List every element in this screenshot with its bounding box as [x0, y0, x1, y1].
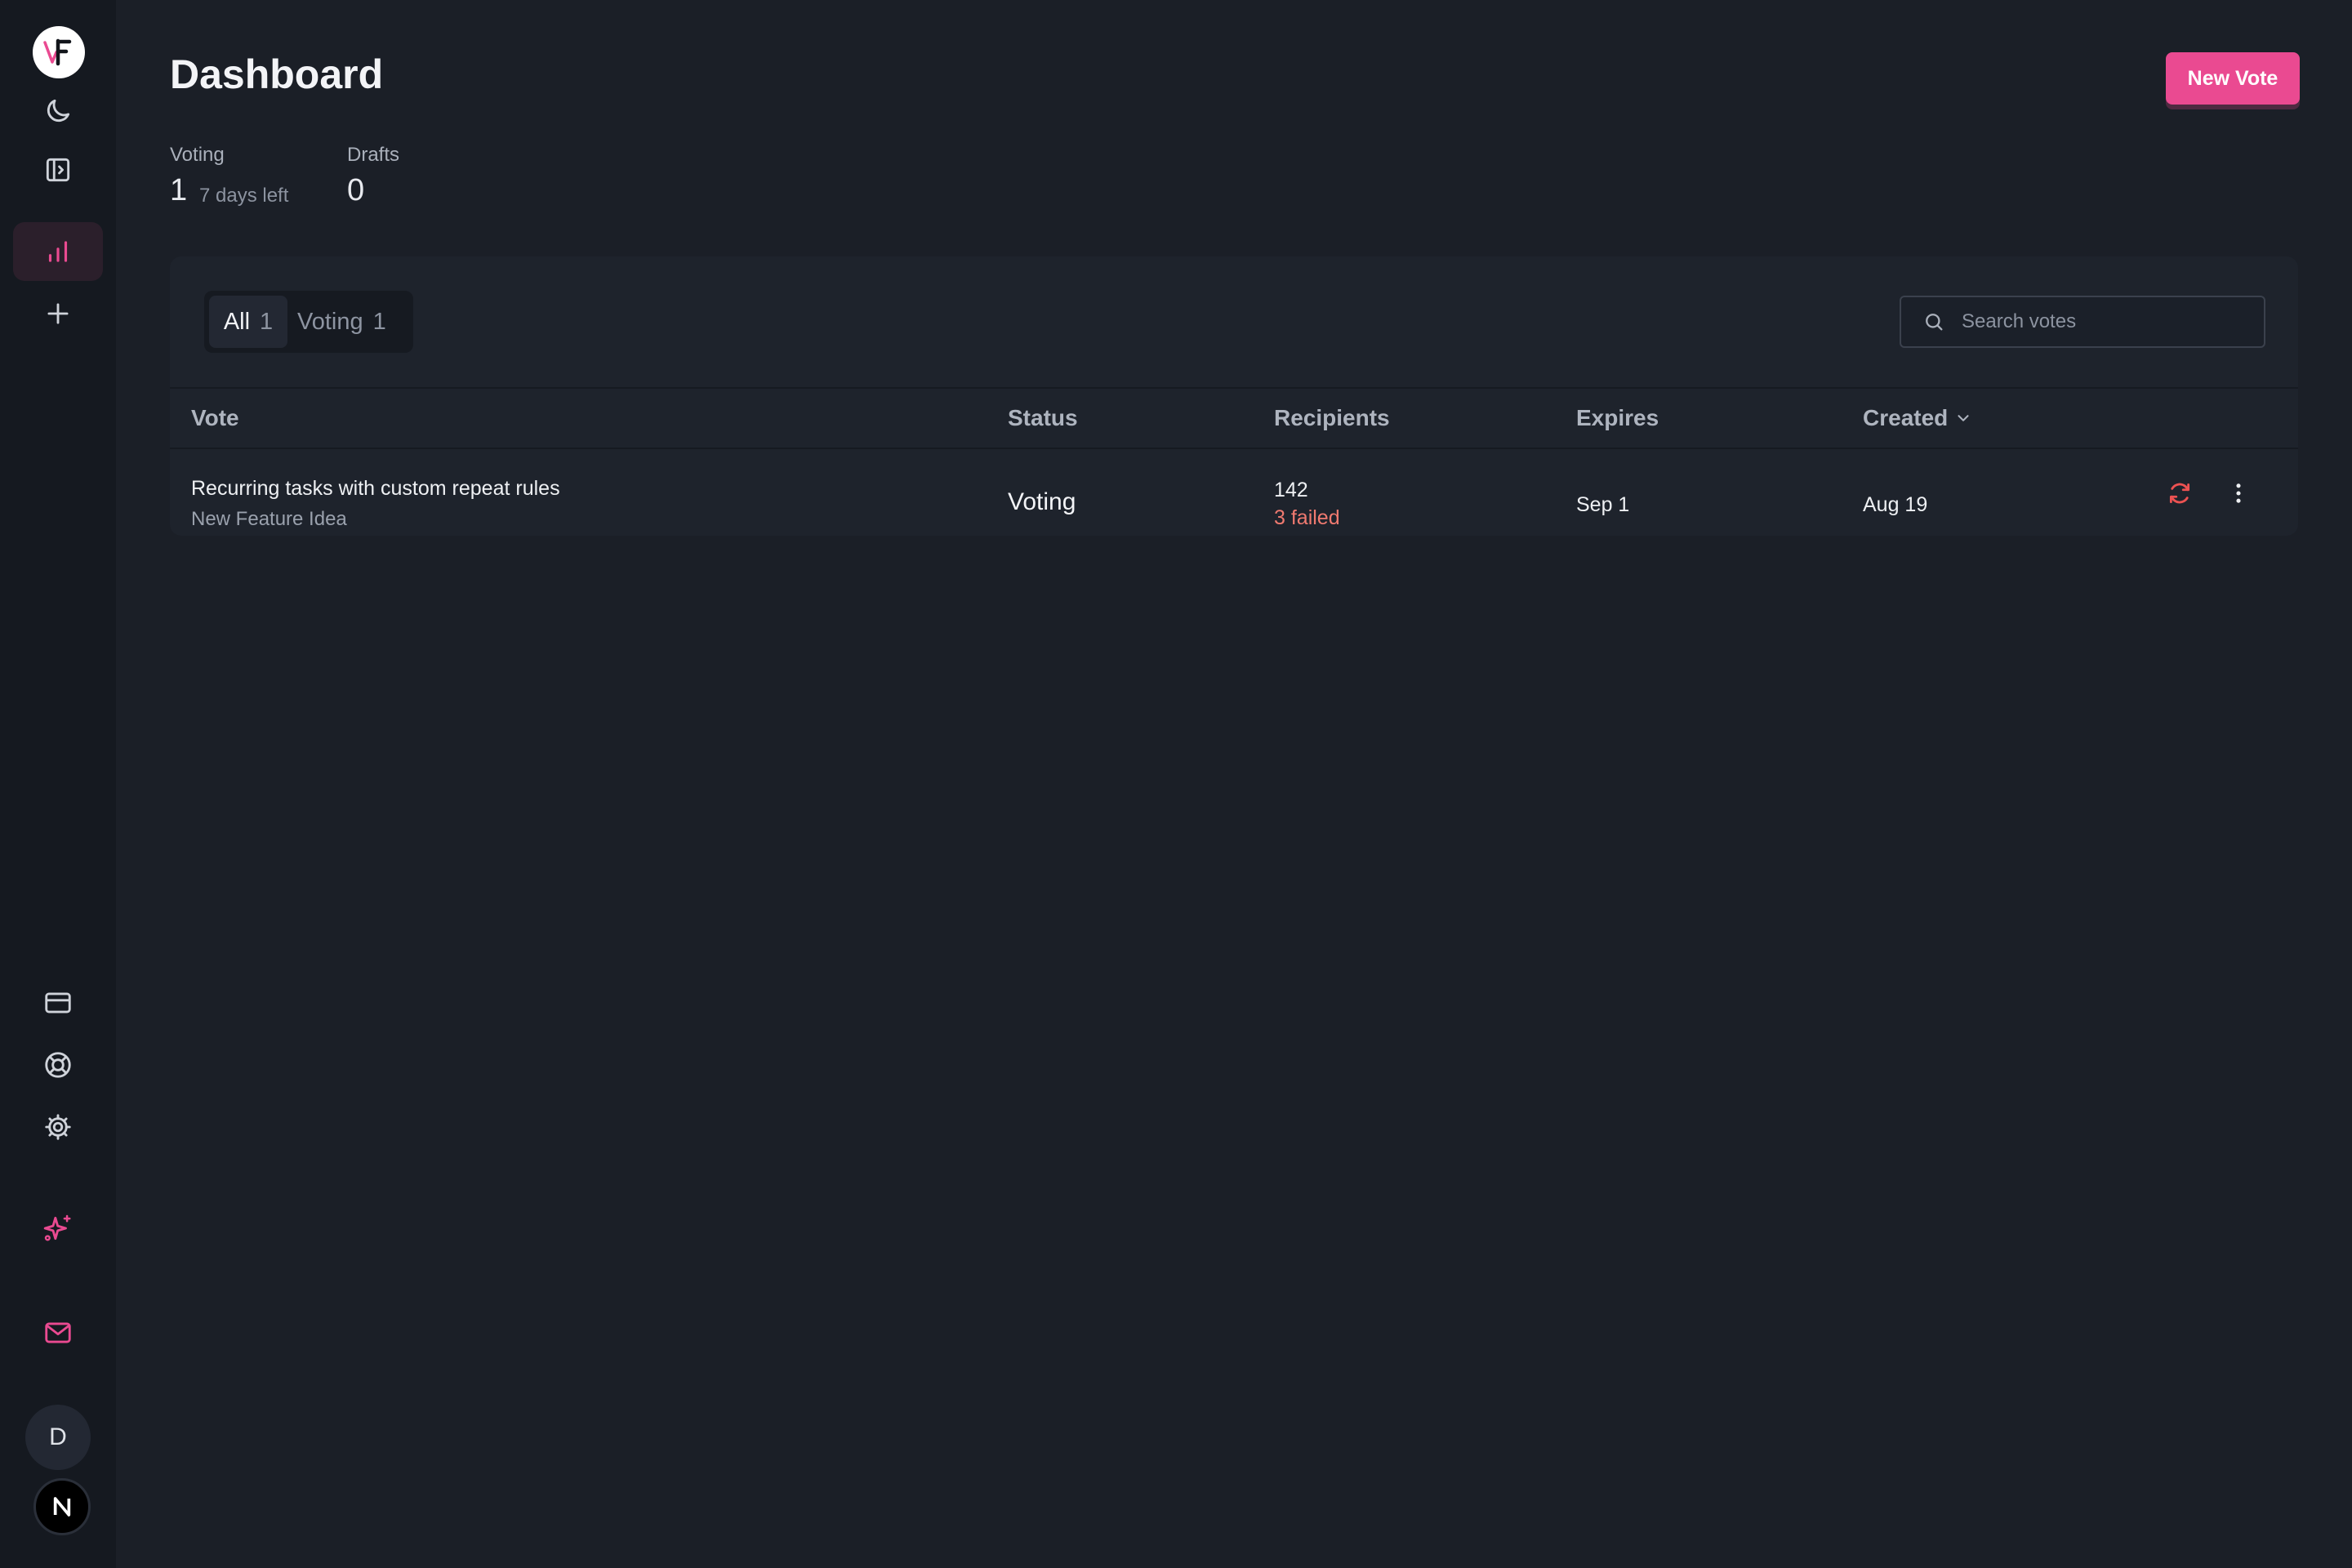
sidebar-item-support[interactable] — [13, 1036, 103, 1094]
vote-category: New Feature Idea — [191, 508, 347, 530]
expires-date: Sep 1 — [1576, 493, 1630, 516]
sidebar-item-new[interactable] — [13, 284, 103, 343]
vf-logo-mark — [43, 38, 72, 66]
plus-icon — [47, 303, 69, 324]
stat-voting-label: Voting — [170, 144, 225, 166]
column-header-recipients: Recipients — [1274, 405, 1390, 430]
tab-all-label: All — [223, 308, 251, 335]
page-title: Dashboard — [170, 51, 384, 97]
stat-drafts-value: 0 — [347, 173, 365, 207]
bar-chart-icon — [48, 241, 68, 262]
more-vertical-icon — [2236, 483, 2241, 503]
sidebar-item-theme[interactable] — [13, 82, 103, 140]
sidebar-item-toggle[interactable] — [13, 140, 103, 199]
n-logo-mark — [53, 1497, 71, 1517]
column-header-status: Status — [1008, 405, 1078, 430]
lifebuoy-icon — [45, 1052, 71, 1078]
table-row[interactable]: Recurring tasks with custom repeat rules… — [170, 449, 2298, 536]
sidebar: D — [0, 0, 116, 1568]
n-logo-icon[interactable] — [33, 1478, 91, 1535]
user-avatar[interactable]: D — [25, 1405, 91, 1470]
created-date: Aug 19 — [1863, 493, 1928, 516]
search-box — [1900, 296, 2265, 348]
recipients-count: 142 — [1274, 479, 1308, 501]
mail-icon — [45, 1322, 71, 1343]
sidebar-item-mail[interactable] — [13, 1303, 103, 1362]
search-icon — [1926, 314, 1943, 331]
credit-card-icon — [45, 992, 71, 1013]
moon-icon — [47, 99, 70, 122]
search-input[interactable] — [1960, 310, 2254, 334]
column-header-created[interactable]: Created — [1863, 405, 1972, 431]
vote-title[interactable]: Recurring tasks with custom repeat rules — [191, 477, 560, 501]
gear-icon — [45, 1114, 71, 1140]
column-header-vote: Vote — [191, 405, 239, 430]
sidebar-item-billing[interactable] — [13, 973, 103, 1032]
tab-voting-count: 1 — [372, 308, 386, 335]
panel-divider — [170, 387, 2298, 389]
column-header-expires: Expires — [1576, 405, 1659, 430]
row-actions-button[interactable] — [2219, 474, 2258, 513]
sparkles-icon — [43, 1214, 71, 1241]
sidebar-item-settings[interactable] — [13, 1098, 103, 1156]
sidebar-item-ai[interactable] — [13, 1199, 103, 1258]
stat-voting-sub: 7 days left — [199, 185, 289, 207]
stat-drafts-label: Drafts — [347, 144, 400, 166]
votes-panel: All 1 Voting 1 Vote Status Recipients Ex… — [170, 256, 2298, 536]
tab-all-count: 1 — [260, 308, 274, 335]
tab-all[interactable]: All 1 — [209, 296, 287, 348]
status-badge: Voting — [1008, 488, 1076, 515]
new-vote-button[interactable]: New Vote — [2166, 52, 2300, 105]
refresh-icon — [2169, 483, 2190, 504]
sidebar-item-dashboard[interactable] — [13, 222, 103, 281]
column-header-created-label: Created — [1863, 405, 1949, 430]
chevron-down-icon — [1958, 415, 1969, 421]
retry-button[interactable] — [2160, 474, 2199, 513]
filter-tabs: All 1 Voting 1 — [204, 291, 413, 353]
vf-logo-icon[interactable] — [33, 26, 85, 78]
tab-voting-label: Voting — [297, 308, 363, 335]
recipients-failed: 3 failed — [1274, 506, 1340, 529]
tab-voting[interactable]: Voting 1 — [296, 296, 386, 348]
sidebar-toggle-icon — [46, 158, 70, 182]
stat-voting-value: 1 — [170, 173, 188, 207]
